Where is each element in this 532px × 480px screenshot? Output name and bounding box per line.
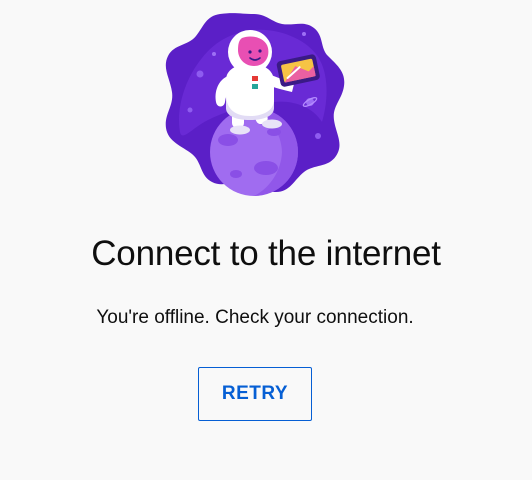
chest-button: [252, 76, 258, 81]
offline-page: Connect to the internet You're offline. …: [0, 0, 532, 480]
star-dot: [315, 133, 321, 139]
planet-crater: [218, 134, 238, 146]
star-dot: [196, 70, 204, 78]
offline-message: You're offline. Check your connection.: [96, 307, 414, 328]
astronaut-on-planet-illustration: [165, 13, 345, 196]
astronaut-boot: [262, 119, 282, 129]
retry-button[interactable]: RETRY: [198, 367, 312, 421]
astronaut-boot: [230, 125, 250, 135]
star-dot: [302, 32, 306, 36]
planet-crater: [230, 170, 242, 178]
star-dot: [187, 107, 193, 113]
page-title: Connect to the internet: [91, 234, 441, 273]
chest-button: [252, 84, 258, 89]
planet-crater: [267, 128, 281, 136]
planet-crater: [254, 161, 278, 175]
star-dot: [212, 52, 216, 56]
